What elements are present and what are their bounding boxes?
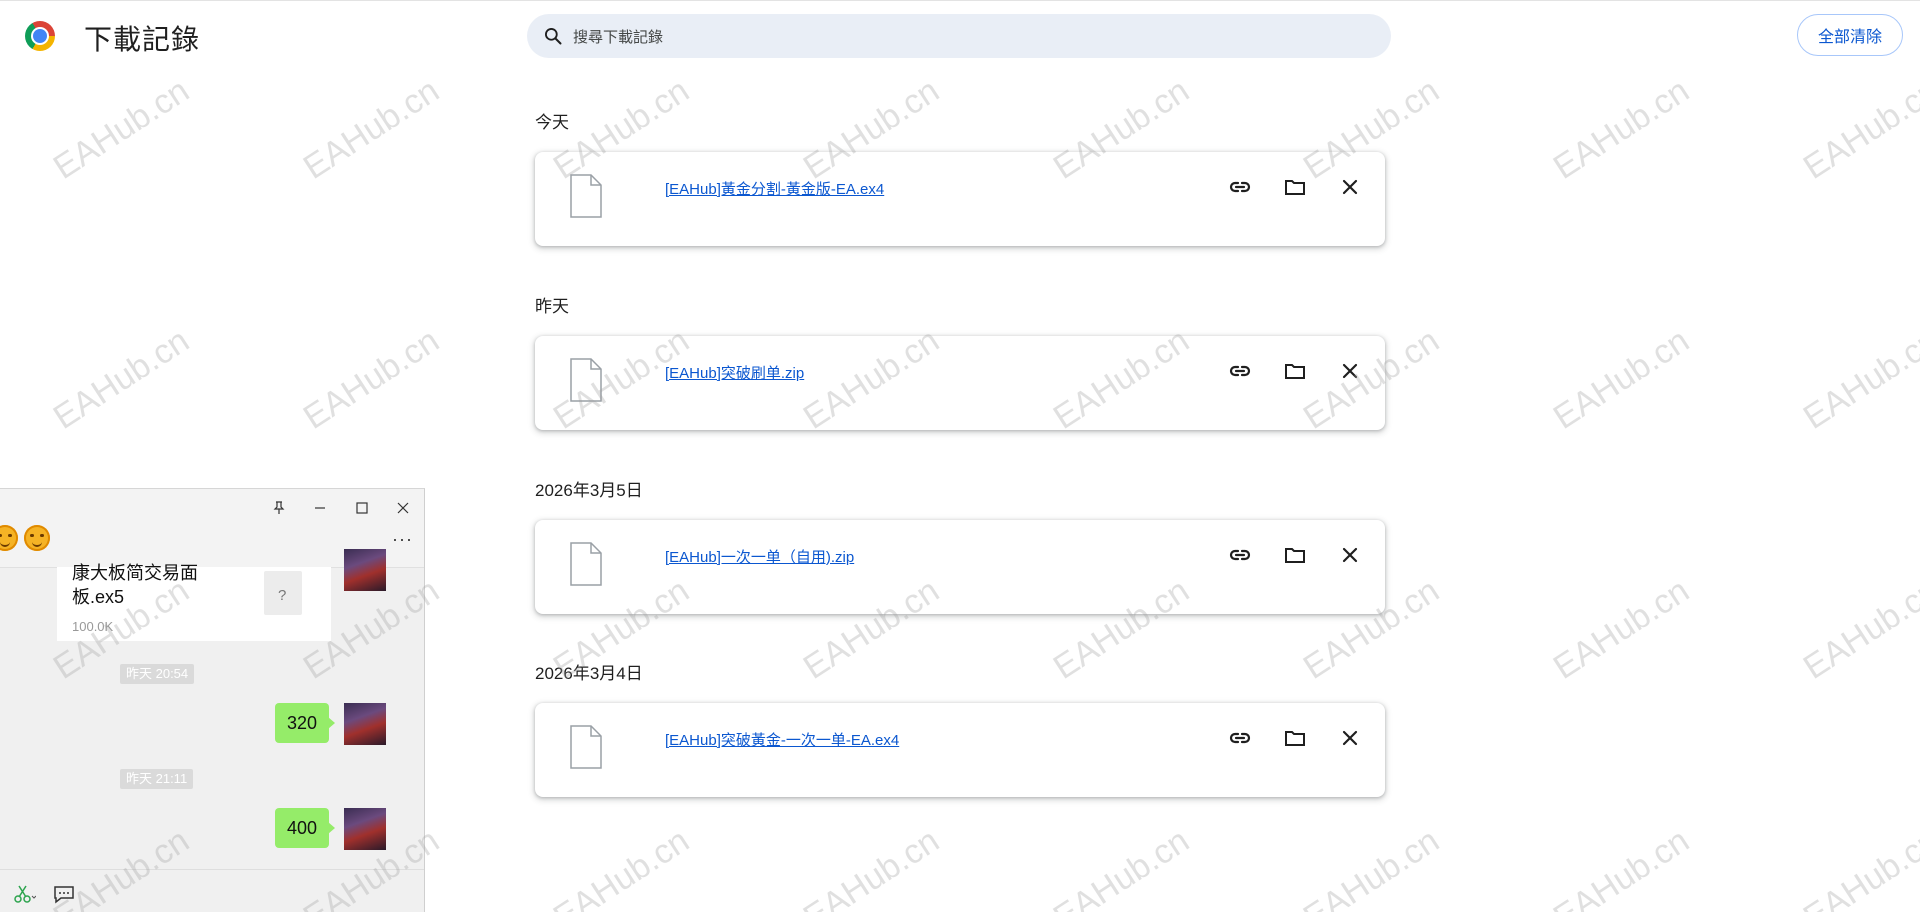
download-card: [EAHub]突破黃金-一次一单-EA.ex4 [535, 703, 1385, 797]
file-icon [569, 542, 603, 586]
file-name-link[interactable]: [EAHub]黃金分割-黃金版-EA.ex4 [665, 178, 884, 199]
chat-toolbar [0, 869, 424, 912]
file-icon [569, 174, 603, 218]
watermark-text: EAHub.cn [546, 821, 696, 912]
remove-from-list-icon[interactable] [1335, 540, 1365, 570]
watermark-text: EAHub.cn [1546, 571, 1696, 687]
copy-link-icon[interactable] [1225, 723, 1255, 753]
copy-link-icon[interactable] [1225, 540, 1255, 570]
message-timestamp: 昨天 21:11 [120, 769, 194, 789]
file-message-size: 100.0K [72, 619, 114, 634]
download-card: [EAHub]突破刷单.zip [535, 336, 1385, 430]
watermark-text: EAHub.cn [1546, 71, 1696, 187]
message-timestamp: 昨天 20:54 [120, 664, 195, 684]
watermark-text: EAHub.cn [296, 321, 446, 437]
copy-link-icon[interactable] [1225, 172, 1255, 202]
chat-bubble: 320 [275, 703, 336, 743]
watermark-text: EAHub.cn [1046, 821, 1196, 912]
smiley-emoji-icon [24, 525, 50, 551]
copy-link-icon[interactable] [1225, 356, 1255, 386]
watermark-text: EAHub.cn [1546, 821, 1696, 912]
avatar[interactable] [344, 549, 386, 591]
show-in-folder-icon[interactable] [1280, 723, 1310, 753]
avatar[interactable] [344, 703, 386, 745]
search-icon [545, 28, 562, 45]
scissors-icon[interactable] [12, 884, 36, 904]
file-icon-mark: ? [278, 587, 287, 604]
file-icon [569, 358, 603, 402]
show-in-folder-icon[interactable] [1280, 540, 1310, 570]
smiley-emoji-icon [0, 525, 18, 551]
search-bar[interactable] [527, 14, 1391, 60]
remove-from-list-icon[interactable] [1335, 723, 1365, 753]
date-group-label: 昨天 [535, 297, 569, 316]
file-icon [569, 725, 603, 769]
page-title: 下載記錄 [84, 24, 201, 55]
watermark-text: EAHub.cn [1296, 821, 1446, 912]
chrome-logo-icon [25, 21, 55, 51]
unknown-file-icon: ? [264, 571, 302, 615]
show-in-folder-icon[interactable] [1280, 172, 1310, 202]
watermark-text: EAHub.cn [46, 321, 196, 437]
minimize-icon[interactable] [309, 497, 331, 519]
pin-icon[interactable] [268, 497, 290, 519]
watermark-text: EAHub.cn [1796, 71, 1920, 187]
top-divider [0, 0, 1920, 1]
date-group-label: 2026年3月4日 [535, 664, 643, 683]
date-group-label: 2026年3月5日 [535, 481, 643, 500]
download-card: [EAHub]一次一单（自用).zip [535, 520, 1385, 614]
search-input[interactable] [571, 14, 1355, 60]
chat-bubble: 400 [275, 808, 336, 848]
chat-window: ··· 康大板简交易面板.ex5 100.0K ? 昨天 20:54 320 昨… [0, 488, 425, 912]
watermark-text: EAHub.cn [1546, 321, 1696, 437]
remove-from-list-icon[interactable] [1335, 356, 1365, 386]
more-options-icon[interactable]: ··· [392, 529, 413, 550]
file-message-name: 康大板简交易面板.ex5 [72, 563, 198, 607]
watermark-text: EAHub.cn [1796, 571, 1920, 687]
show-in-folder-icon[interactable] [1280, 356, 1310, 386]
remove-from-list-icon[interactable] [1335, 172, 1365, 202]
avatar[interactable] [344, 808, 386, 850]
download-card: [EAHub]黃金分割-黃金版-EA.ex4 [535, 152, 1385, 246]
file-name-link[interactable]: [EAHub]一次一单（自用).zip [665, 546, 854, 567]
date-group-label: 今天 [535, 113, 569, 132]
chat-bubble-icon[interactable] [52, 884, 76, 904]
downloads-page: 下載記錄 全部清除 今天 [EAHub]黃金分割-黃金版-EA.ex4 昨天 [EAH… [0, 0, 1920, 912]
file-name-link[interactable]: [EAHub]突破刷单.zip [665, 362, 804, 383]
watermark-text: EAHub.cn [1796, 321, 1920, 437]
file-message[interactable]: 康大板简交易面板.ex5 100.0K ? [57, 563, 331, 641]
watermark-text: EAHub.cn [796, 821, 946, 912]
clear-all-button[interactable]: 全部清除 [1797, 14, 1903, 56]
close-icon[interactable] [392, 497, 414, 519]
maximize-icon[interactable] [351, 497, 373, 519]
file-name-link[interactable]: [EAHub]突破黃金-一次一单-EA.ex4 [665, 729, 899, 750]
watermark-text: EAHub.cn [1796, 821, 1920, 912]
watermark-text: EAHub.cn [296, 71, 446, 187]
watermark-text: EAHub.cn [46, 71, 196, 187]
